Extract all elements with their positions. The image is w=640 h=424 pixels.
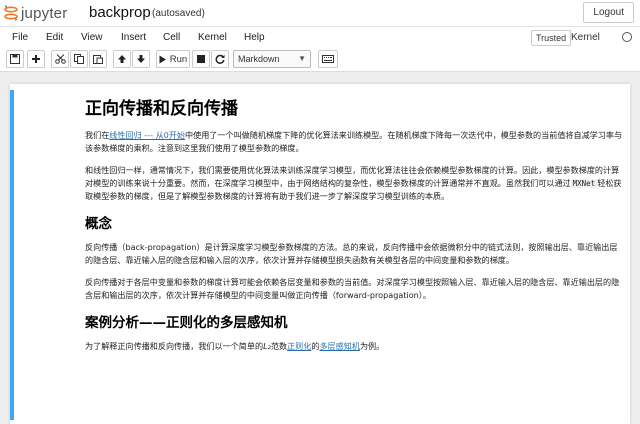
menu-insert[interactable]: Insert [121,32,146,43]
kernel-indicator-label: Kernel [571,32,600,43]
jupyter-logo-icon [4,5,18,21]
notebook-header: jupyter backprop (autosaved) Logout [0,0,640,26]
notebook-name[interactable]: backprop [89,4,151,21]
restart-button[interactable] [211,50,229,68]
copy-icon [74,54,84,64]
command-palette-icon [322,55,334,63]
logo-text: jupyter [21,4,68,22]
paragraph-forward: 反向传播对于各层中变量和参数的梯度计算可能会依赖各层变量和参数的当前值。对深度学… [85,277,620,300]
section-heading-case-study: 案例分析——正则化的多层感知机 [85,315,288,331]
paragraph-backprop: 反向传播（back-propagation）是计算深度学习模型参数梯度的方法。总… [85,242,618,265]
cell-type-value: Markdown [238,54,280,64]
menu-file[interactable]: File [12,32,28,43]
save-icon [10,54,20,64]
save-button[interactable] [6,50,24,68]
menubar: File Edit View Insert Cell Kernel Help T… [0,26,640,48]
text: 为了解释正向传播和反向传播，我们以一个简单的 [85,341,264,351]
arrow-up-icon [118,55,126,63]
paste-icon [93,55,103,64]
insert-cell-button[interactable] [27,50,45,68]
selected-cell-indicator [10,90,14,420]
paste-button[interactable] [89,50,107,68]
run-icon [159,55,166,63]
cut-icon [54,54,66,64]
menu-view[interactable]: View [81,32,103,43]
math-l2: L₂ [263,341,271,351]
kernel-idle-icon [622,32,632,42]
run-label: Run [169,53,188,65]
stop-icon [197,55,205,63]
arrow-down-icon [137,55,145,63]
trusted-indicator[interactable]: Trusted [531,30,572,46]
autosave-status: (autosaved) [152,8,205,19]
plus-icon [32,55,40,63]
section-heading-concept: 概念 [85,216,112,232]
command-palette-button[interactable] [318,50,338,68]
logout-button[interactable]: Logout [583,2,634,23]
link-linear-regression[interactable]: 线性回归 --- 从0开始 [109,130,185,140]
jupyter-logo[interactable]: jupyter [4,4,67,22]
menu-edit[interactable]: Edit [46,32,63,43]
move-down-button[interactable] [132,50,150,68]
text: 和线性回归一样，通常情况下，我们需要使用优化算法来训练深度学习模型，而优化算法往… [85,165,620,188]
menu-kernel[interactable]: Kernel [198,32,227,43]
paragraph-case-intro: 为了解释正向传播和反向传播，我们以一个简单的L₂范数正则化的多层感知机为例。 [85,340,625,353]
paragraph-motivation: 和线性回归一样，通常情况下，我们需要使用优化算法来训练深度学习模型，而优化算法往… [85,164,625,203]
interrupt-button[interactable] [192,50,210,68]
page-title: 正向传播和反向传播 [85,99,238,119]
notebook-container: 正向传播和反向传播 我们在线性回归 --- 从0开始中使用了一个叫做随机梯度下降… [10,84,630,424]
markdown-cell[interactable]: 正向传播和反向传播 我们在线性回归 --- 从0开始中使用了一个叫做随机梯度下降… [85,98,625,362]
link-regularization[interactable]: 正则化 [287,341,311,351]
move-up-button[interactable] [113,50,131,68]
text: 为例。 [359,341,385,351]
chevron-down-icon: ▼ [298,54,306,63]
inline-code: MXNet [570,179,598,188]
cut-button[interactable] [51,50,69,68]
text: 我们在 [85,130,110,140]
notebook-toolbar: Run Markdown ▼ [0,48,640,72]
run-button[interactable]: Run [156,50,190,68]
menu-help[interactable]: Help [244,32,265,43]
cell-type-select[interactable]: Markdown ▼ [233,50,311,68]
link-mlp[interactable]: 多层感知机 [319,341,359,351]
copy-button[interactable] [70,50,88,68]
paragraph-intro: 我们在线性回归 --- 从0开始中使用了一个叫做随机梯度下降的优化算法来训练模型… [85,129,625,155]
menu-cell[interactable]: Cell [163,32,180,43]
restart-icon [215,54,225,64]
text: 范数 [270,341,288,351]
